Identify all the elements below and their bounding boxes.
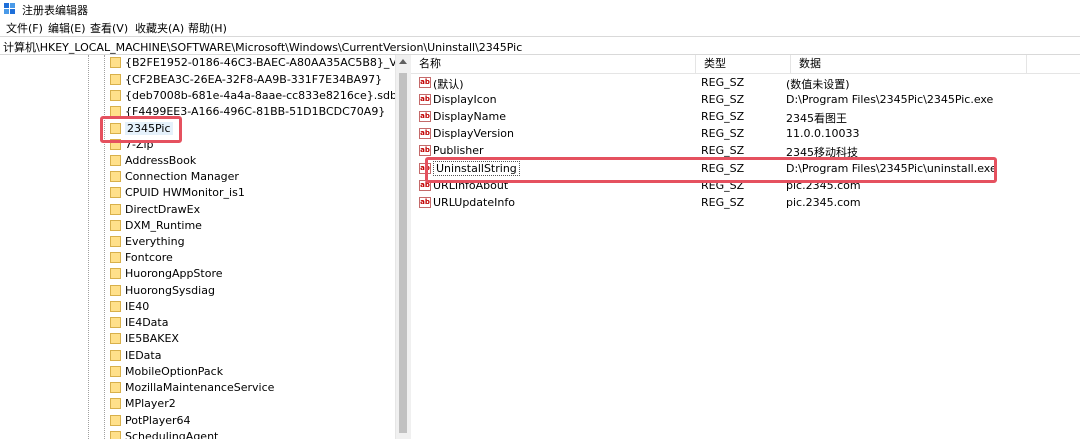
menu-view[interactable]: 查看(V): [90, 20, 128, 36]
string-value-icon: ab: [419, 197, 431, 208]
tree-item-label: IE5BAKEX: [125, 332, 179, 345]
value-name: URLUpdateInfo: [433, 196, 515, 209]
folder-icon: [110, 204, 121, 215]
tree-item-label: {deb7008b-681e-4a4a-8aae-cc833e8216ce}.s…: [125, 89, 395, 102]
scroll-thumb[interactable]: [399, 73, 407, 433]
column-header-type[interactable]: 类型: [696, 55, 791, 73]
value-row-displayicon[interactable]: ab DisplayIcon REG_SZ D:\Program Files\2…: [411, 91, 1080, 108]
tree-guide-line: [104, 55, 105, 439]
folder-icon: [110, 57, 121, 68]
highlight-box-uninstall-row: [425, 157, 997, 183]
tree-item-label: DXM_Runtime: [125, 219, 202, 232]
highlight-box-selected-key: [100, 116, 182, 143]
tree-item-label: DirectDrawEx: [125, 203, 201, 216]
folder-icon: [110, 171, 121, 182]
tree-item-label: AddressBook: [125, 154, 197, 167]
tree-item-label: PotPlayer64: [125, 414, 191, 427]
tree-scrollbar[interactable]: [395, 55, 411, 439]
tree-item-label: MPlayer2: [125, 397, 176, 410]
window-title: 注册表编辑器: [22, 4, 88, 17]
tree-item-label: {CF2BEA3C-26EA-32F8-AA9B-331F7E34BA97}: [125, 73, 383, 86]
folder-icon: [110, 74, 121, 85]
menu-favorites[interactable]: 收藏夹(A): [135, 20, 184, 36]
folder-icon: [110, 317, 121, 328]
folder-icon: [110, 382, 121, 393]
string-value-icon: ab: [419, 145, 431, 156]
tree-item-label: IEData: [125, 349, 162, 362]
folder-icon: [110, 236, 121, 247]
tree-item-label: MozillaMaintenanceService: [125, 381, 275, 394]
folder-icon: [110, 415, 121, 426]
folder-icon: [110, 155, 121, 166]
tree-item-label: HuorongAppStore: [125, 267, 223, 280]
scroll-up-arrow-icon[interactable]: [399, 59, 407, 64]
string-value-icon: ab: [419, 111, 431, 122]
string-value-icon: ab: [419, 94, 431, 105]
value-row-displayname[interactable]: ab DisplayName REG_SZ 2345看图王: [411, 108, 1080, 125]
value-row-urlupdateinfo[interactable]: ab URLUpdateInfo REG_SZ pic.2345.com: [411, 194, 1080, 211]
tree-item-label: MobileOptionPack: [125, 365, 224, 378]
tree-item-label: IE40: [125, 300, 150, 313]
value-row-displayversion[interactable]: ab DisplayVersion REG_SZ 11.0.0.10033: [411, 125, 1080, 142]
values-list[interactable]: 名称 类型 数据 ab (默认) REG_SZ (数值未设置) ab Displ…: [411, 55, 1080, 439]
key-tree[interactable]: {B2FE1952-0186-46C3-BAEC-A80AA35AC5B8}_V…: [0, 55, 395, 439]
folder-icon: [110, 398, 121, 409]
folder-icon: [110, 301, 121, 312]
tree-item-label: Connection Manager: [125, 170, 239, 183]
menu-file[interactable]: 文件(F): [6, 20, 43, 36]
folder-icon: [110, 220, 121, 231]
value-data: D:\Program Files\2345Pic\2345Pic.exe: [786, 93, 994, 106]
value-name: DisplayName: [433, 110, 506, 123]
value-type: REG_SZ: [701, 144, 745, 157]
tree-item-label: CPUID HWMonitor_is1: [125, 186, 245, 199]
value-row-default[interactable]: ab (默认) REG_SZ (数值未设置): [411, 74, 1080, 91]
folder-icon: [110, 333, 121, 344]
value-data: (数值未设置): [786, 78, 850, 91]
value-data: pic.2345.com: [786, 196, 861, 209]
folder-icon: [110, 285, 121, 296]
folder-icon: [110, 350, 121, 361]
value-name: DisplayVersion: [433, 127, 514, 140]
folder-icon: [110, 90, 121, 101]
folder-icon: [110, 252, 121, 263]
tree-item-label: {B2FE1952-0186-46C3-BAEC-A80AA35AC5B8}_V…: [125, 56, 395, 69]
value-type: REG_SZ: [701, 196, 745, 209]
string-value-icon: ab: [419, 128, 431, 139]
address-bar[interactable]: 计算机\HKEY_LOCAL_MACHINE\SOFTWARE\Microsof…: [0, 36, 1080, 55]
menu-help[interactable]: 帮助(H): [188, 20, 227, 36]
value-name: DisplayIcon: [433, 93, 497, 106]
value-name: (默认): [433, 78, 464, 91]
tree-item-label: Everything: [125, 235, 185, 248]
tree-item-label: HuorongSysdiag: [125, 284, 215, 297]
value-data: 2345看图王: [786, 112, 847, 125]
value-data: 11.0.0.10033: [786, 127, 860, 140]
tree-item-label: Fontcore: [125, 251, 173, 264]
folder-icon: [110, 187, 121, 198]
menu-bar: 文件(F) 编辑(E) 查看(V) 收藏夹(A) 帮助(H): [0, 18, 1080, 36]
regedit-icon: [4, 3, 15, 14]
folder-icon: [110, 431, 121, 439]
value-type: REG_SZ: [701, 93, 745, 106]
value-type: REG_SZ: [701, 110, 745, 123]
tree-item-label: IE4Data: [125, 316, 169, 329]
folder-icon: [110, 366, 121, 377]
title-bar: 注册表编辑器: [0, 0, 1080, 18]
column-header-data[interactable]: 数据: [791, 55, 1027, 73]
menu-edit[interactable]: 编辑(E): [48, 20, 86, 36]
column-header-name[interactable]: 名称: [411, 55, 696, 73]
tree-guide-line: [88, 55, 89, 439]
list-header: 名称 类型 数据: [411, 55, 1080, 74]
address-path[interactable]: 计算机\HKEY_LOCAL_MACHINE\SOFTWARE\Microsof…: [3, 39, 522, 55]
string-value-icon: ab: [419, 77, 431, 88]
folder-icon: [110, 268, 121, 279]
value-type: REG_SZ: [701, 76, 745, 89]
value-type: REG_SZ: [701, 127, 745, 140]
tree-item-label: SchedulingAgent: [125, 430, 219, 439]
value-name: Publisher: [433, 144, 484, 157]
